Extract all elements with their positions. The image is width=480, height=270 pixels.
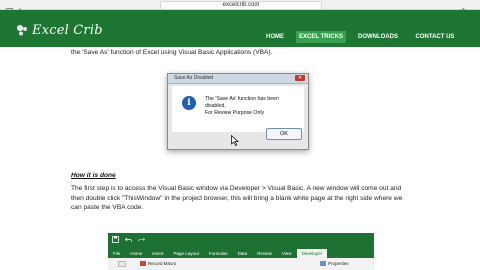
- quick-access-toolbar: [112, 236, 146, 246]
- dialog-message: The 'Save As' function has been disabled…: [205, 96, 300, 117]
- info-icon: i: [182, 96, 196, 110]
- properties-icon: [320, 261, 326, 267]
- site-logo[interactable]: Excel Crib: [16, 22, 103, 38]
- ok-button[interactable]: OK: [266, 128, 302, 140]
- ribbon-tabs: File Home Insert Page Layout Formulas Da…: [108, 249, 374, 258]
- sidebar-icon[interactable]: [6, 1, 13, 14]
- record-macro-button: Record Macro: [140, 261, 176, 267]
- properties-button: Properties: [320, 261, 349, 267]
- site-header: Excel Crib HOME EXCEL TRICKS DOWNLOADS C…: [0, 10, 480, 47]
- dialog-titlebar: Save As Disabled ✕: [168, 74, 308, 84]
- ribbon-body: Record Macro Properties: [108, 258, 374, 270]
- article-paragraph: the 'Save As' function of Excel using Vi…: [71, 49, 273, 56]
- section-paragraph: The first step is to access the Visual B…: [71, 185, 403, 211]
- record-macro-icon: [140, 261, 146, 267]
- address-bar[interactable]: excelcrib.com: [160, 1, 322, 10]
- redo-icon: [138, 236, 146, 246]
- save-icon: [112, 236, 119, 246]
- record-macro-label: Record Macro: [148, 261, 177, 266]
- browser-toolbar: excelcrib.com: [0, 0, 480, 14]
- logo-text: Excel Crib: [32, 22, 103, 38]
- ribbon-tab: File: [113, 251, 121, 256]
- nav-excel-tricks[interactable]: EXCEL TRICKS: [296, 31, 346, 43]
- dialog-title: Save As Disabled: [174, 75, 214, 81]
- nav-downloads[interactable]: DOWNLOADS: [354, 31, 402, 43]
- ribbon-tab: Insert: [152, 251, 164, 256]
- dialog-message-line2: For Review Purpose Only: [205, 110, 265, 116]
- nav-contact-us[interactable]: CONTACT US: [410, 31, 460, 43]
- excel-ribbon-screenshot: File Home Insert Page Layout Formulas Da…: [108, 233, 374, 270]
- visual-basic-icon: [118, 261, 126, 269]
- ribbon-tab: Home: [130, 251, 143, 256]
- close-icon[interactable]: ✕: [295, 75, 305, 81]
- ribbon-tab: Page Layout: [173, 251, 199, 256]
- ribbon-tab-developer: Developer: [296, 249, 328, 258]
- ribbon-tab: View: [281, 251, 292, 256]
- nav-home[interactable]: HOME: [260, 31, 290, 43]
- undo-icon: [124, 236, 132, 246]
- ribbon-tab: Data: [237, 251, 248, 256]
- dialog-body: i The 'Save As' function has been disabl…: [172, 86, 304, 132]
- logo-icon: [17, 25, 27, 36]
- dialog-message-line1: The 'Save As' function has been disabled…: [205, 96, 279, 109]
- share-icon[interactable]: [460, 1, 467, 14]
- section-heading: How it is done: [71, 172, 116, 179]
- properties-label: Properties: [328, 261, 349, 266]
- back-icon[interactable]: [16, 1, 23, 14]
- ribbon-tab: Review: [257, 251, 272, 256]
- ribbon-tab: Formulas: [208, 251, 228, 256]
